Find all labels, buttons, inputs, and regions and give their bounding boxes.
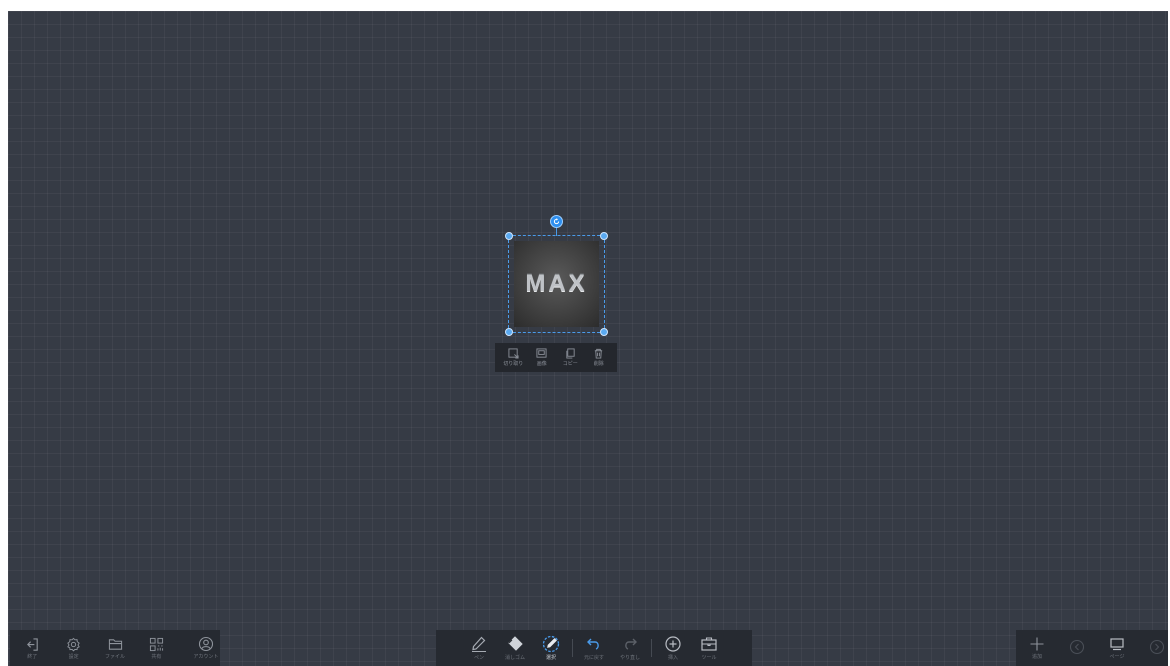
- crop-icon: [508, 348, 519, 359]
- image-icon: [536, 348, 547, 358]
- undo-label: 元に戻す: [583, 655, 604, 661]
- select-button[interactable]: 選択: [536, 631, 566, 665]
- settings-button[interactable]: 設定: [59, 631, 87, 665]
- toolbox-icon: [701, 637, 717, 651]
- account-button[interactable]: アカウント: [192, 631, 220, 665]
- redo-icon: [625, 638, 637, 650]
- rotate-icon: [553, 218, 560, 225]
- select-label: 選択: [545, 655, 556, 661]
- user-icon: [198, 636, 213, 652]
- trash-icon: [595, 348, 603, 359]
- next-page-icon: [1149, 639, 1165, 655]
- copy-button[interactable]: コピー: [558, 348, 582, 367]
- add-page-icon: [1030, 637, 1044, 651]
- left-toolbar: 終了 設定 ファイル 共有 アカウント: [10, 630, 220, 666]
- image-button[interactable]: 画像: [530, 348, 554, 367]
- pages-button[interactable]: ページ: [1106, 631, 1128, 665]
- pen-icon: [472, 636, 486, 652]
- account-label: アカウント: [193, 654, 219, 660]
- delete-label: 削除: [593, 361, 604, 367]
- delete-button[interactable]: 削除: [587, 348, 611, 367]
- file-label: ファイル: [105, 653, 126, 660]
- image-context-menu: 切り取り 画像 コピー 削除: [495, 343, 617, 372]
- crop-label: 切り取り: [503, 361, 524, 367]
- pen-label: ペン: [473, 655, 484, 661]
- exit-button[interactable]: 終了: [18, 631, 46, 665]
- toolbox-label: ツール: [701, 655, 717, 661]
- add-page-button[interactable]: 追加: [1026, 631, 1048, 665]
- share-button[interactable]: 共有: [142, 631, 170, 665]
- exit-label: 終了: [27, 653, 38, 660]
- copy-icon: [566, 348, 575, 359]
- redo-label: やり直し: [619, 655, 640, 661]
- pen-button[interactable]: ペン: [464, 631, 494, 665]
- resize-handle-bottom-left[interactable]: [505, 328, 513, 336]
- folder-icon: [108, 638, 122, 650]
- exit-icon: [26, 637, 38, 651]
- settings-icon: [67, 637, 80, 652]
- resize-handle-top-right[interactable]: [600, 232, 608, 240]
- image-label: 画像: [536, 361, 547, 367]
- selected-image-frame[interactable]: MAX: [505, 215, 608, 336]
- eraser-icon: [508, 636, 523, 651]
- undo-button[interactable]: 元に戻す: [579, 631, 609, 665]
- pages-icon: [1110, 638, 1124, 651]
- file-button[interactable]: ファイル: [101, 631, 129, 665]
- insert-label: 挿入: [667, 655, 678, 661]
- redo-button[interactable]: やり直し: [615, 631, 645, 665]
- insert-button[interactable]: 挿入: [658, 631, 688, 665]
- toolbox-button[interactable]: ツール: [694, 631, 724, 665]
- previous-page-button[interactable]: [1066, 631, 1088, 665]
- next-page-button[interactable]: [1146, 631, 1168, 665]
- rotate-handle[interactable]: [550, 215, 563, 228]
- center-toolbar: ペン 消しゴム 選択 元に戻す やり直し 挿入 ツール: [436, 630, 752, 666]
- toolbar-separator: [572, 639, 573, 657]
- pages-label: ページ: [1109, 654, 1125, 660]
- resize-handle-bottom-right[interactable]: [600, 328, 608, 336]
- eraser-label: 消しゴム: [504, 655, 525, 661]
- right-toolbar: 追加 ページ: [1016, 630, 1168, 666]
- max-logo-text: MAX: [525, 270, 588, 297]
- add-page-label: 追加: [1031, 654, 1042, 660]
- whiteboard-canvas[interactable]: MAX 切り取り 画像 コピー 削除 終了 設定 ファイル 共有 アカウント ペ…: [8, 11, 1168, 666]
- eraser-button[interactable]: 消しゴム: [500, 631, 530, 665]
- toolbar-separator: [651, 639, 652, 657]
- max-logo-image[interactable]: MAX: [514, 241, 599, 327]
- copy-label: コピー: [562, 361, 578, 367]
- previous-page-icon: [1069, 639, 1085, 655]
- insert-icon: [665, 636, 681, 652]
- resize-handle-top-left[interactable]: [505, 232, 513, 240]
- share-label: 共有: [151, 653, 162, 660]
- select-icon: [542, 635, 560, 653]
- undo-icon: [587, 638, 599, 650]
- qr-code-icon: [149, 637, 163, 651]
- crop-button[interactable]: 切り取り: [501, 348, 525, 367]
- settings-label: 設定: [68, 653, 79, 660]
